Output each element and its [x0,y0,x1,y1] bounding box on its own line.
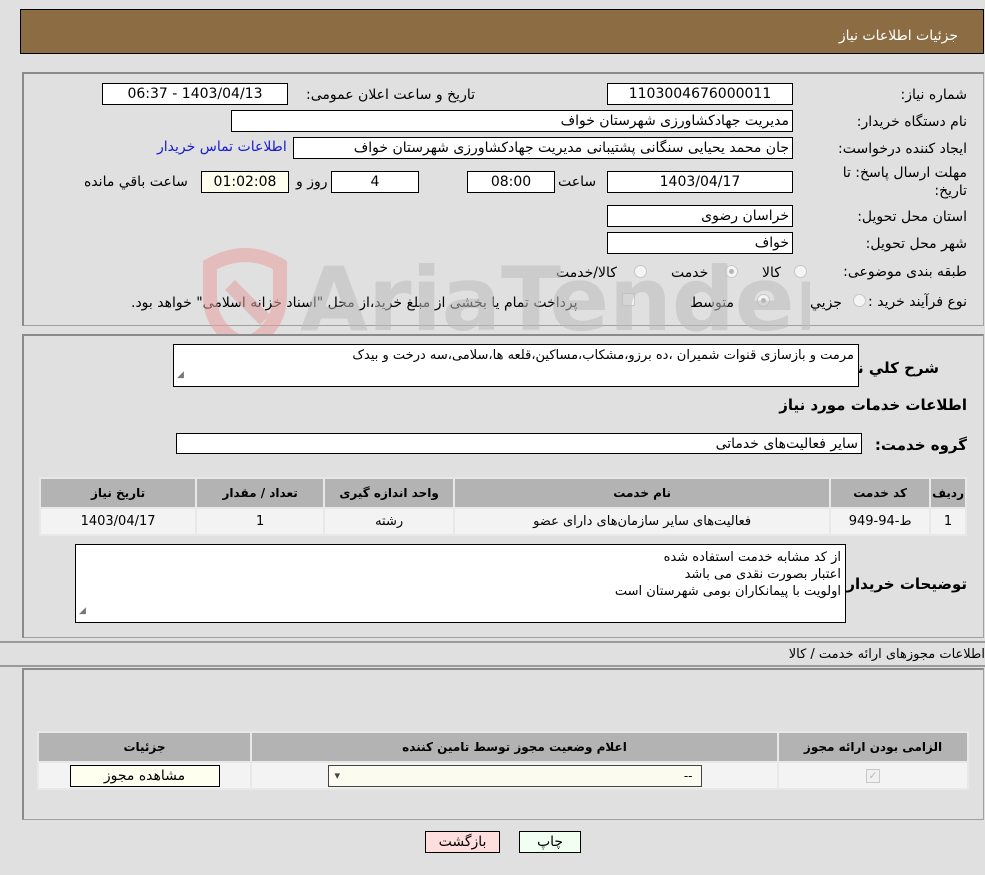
requester-field: جان محمد یحیایی سنگانی پشتیبانی مدیریت ج… [293,137,793,159]
treasury-text: پرداخت تمام یا بخشی از مبلغ خرید،از محل … [131,295,578,311]
permit-status-value: -- [683,768,693,783]
view-permit-button[interactable]: مشاهده مجوز [69,764,220,787]
print-button[interactable]: چاپ [519,831,581,853]
page-title: جزئیات اطلاعات نیاز [838,28,958,44]
province-field: خراسان رضوی [607,205,793,227]
remaining-days-field: 4 [331,171,419,193]
category-option-service: خدمت [671,265,709,281]
process-option-minor: جزيي [810,295,842,311]
treasury-checkbox[interactable] [622,293,635,306]
city-label: شهر محل تحویل: [865,236,967,252]
cell-quantity: 1 [195,507,326,536]
back-button[interactable]: بازگشت [425,831,500,853]
permits-section-title: اطلاعات مجوزهای ارائه خدمت / کالا [788,647,985,662]
resize-handle-icon[interactable]: ◢ [79,603,86,620]
permit-status-select[interactable]: -- ▾ [327,764,702,787]
category-radio-goods-service[interactable] [634,265,647,278]
divider [0,641,985,643]
deadline-label-date: تاریخ: [934,183,967,199]
col-permit-status: اعلام وضعیت مجوز توسط تامین کننده [250,731,779,763]
buyer-org-field: مدیریت جهادکشاورزی شهرستان خواف [231,110,793,132]
cell-row: 1 [929,507,967,536]
process-label: نوع فرآیند خرید : [868,294,967,310]
page-header: جزئیات اطلاعات نیاز [20,9,984,54]
col-unit: واحد اندازه گیری [323,477,456,509]
col-service-code: کد خدمت [829,477,932,509]
buyer-note-line: اولویت با پیمانکاران بومی شهرستان است [614,584,841,599]
category-radio-service[interactable] [725,265,738,278]
category-label: طبقه بندی موضوعی: [843,264,967,280]
table-row: ✓ -- ▾ مشاهده مجوز [37,761,969,790]
permits-table-header: الزامی بودن ارائه مجوز اعلام وضعیت مجوز … [37,731,969,763]
deadline-date-field: 1403/04/17 [607,171,793,193]
services-table-header: ردیف کد خدمت نام خدمت واحد اندازه گیری ت… [38,477,967,509]
service-group-field: سایر فعالیت‌های خدماتی [176,433,862,454]
col-service-name: نام خدمت [453,477,832,509]
need-number-label: شماره نیاز: [900,87,968,103]
cell-permit-details: مشاهده مجوز [37,761,252,790]
buyer-note-line: اعتبار بصورت نقدی می باشد [684,567,841,582]
process-radio-medium[interactable] [757,294,770,307]
deadline-time-label: ساعت [558,174,597,190]
service-group-label: گروه خدمت: [874,436,967,454]
cell-permit-status: -- ▾ [250,761,779,790]
cell-service-code: ط-94-949 [829,507,932,536]
col-quantity: تعداد / مقدار [195,477,326,509]
table-row: 1 ط-94-949 فعالیت‌های سایر سازمان‌های دا… [38,507,967,536]
category-option-goods-service: کالا/خدمت [556,265,617,281]
summary-text: مرمت و بازسازی قنوات شمیران ،ده برزو،مشک… [352,348,854,363]
need-number-field: 1103004676000011 [607,83,793,105]
city-field: خواف [607,232,793,254]
buyer-notes-textarea[interactable]: از کد مشابه خدمت استفاده شده اعتبار بصور… [75,544,846,623]
category-option-goods: کالا [762,265,781,281]
province-label: استان محل تحویل: [857,209,967,225]
requester-label: ایجاد کننده درخواست: [838,141,967,157]
cell-permit-required: ✓ [777,761,969,790]
category-radio-goods[interactable] [794,265,807,278]
remaining-label: ساعت باقي مانده [84,174,188,190]
deadline-label: مهلت ارسال پاسخ: تا [842,165,967,181]
deadline-time-field: 08:00 [467,171,555,193]
buyer-notes-label: توضیحات خریدار: [840,575,967,593]
chevron-down-icon: ▾ [334,768,341,782]
col-permit-details: جزئیات [37,731,252,763]
col-permit-required: الزامی بودن ارائه مجوز [777,731,969,763]
cell-service-name: فعالیت‌های سایر سازمان‌های دارای عضو [453,507,832,536]
buyer-org-label: نام دستگاه خریدار: [856,114,967,130]
col-row: ردیف [929,477,967,509]
divider [0,665,985,667]
days-label: روز و [296,174,328,190]
col-need-date: تاریخ نیاز [38,477,198,509]
permit-required-checkbox: ✓ [866,769,880,783]
permits-table: الزامی بودن ارائه مجوز اعلام وضعیت مجوز … [37,731,969,790]
process-radio-minor[interactable] [853,294,866,307]
remaining-time-field: 01:02:08 [201,171,289,193]
cell-need-date: 1403/04/17 [38,507,198,536]
services-table: ردیف کد خدمت نام خدمت واحد اندازه گیری ت… [38,477,967,536]
resize-handle-icon[interactable]: ◢ [177,367,184,384]
announce-date-label: تاریخ و ساعت اعلان عمومی: [306,87,475,103]
buyer-note-line: از کد مشابه خدمت استفاده شده [663,550,841,565]
buyer-contact-link[interactable]: اطلاعات تماس خریدار [157,139,287,155]
services-title: اطلاعات خدمات مورد نیاز [779,396,967,414]
cell-unit: رشته [323,507,456,536]
process-option-medium: متوسط [690,295,734,311]
summary-textarea[interactable]: مرمت و بازسازی قنوات شمیران ،ده برزو،مشک… [173,344,859,387]
announce-date-field: 1403/04/13 - 06:37 [102,83,288,105]
